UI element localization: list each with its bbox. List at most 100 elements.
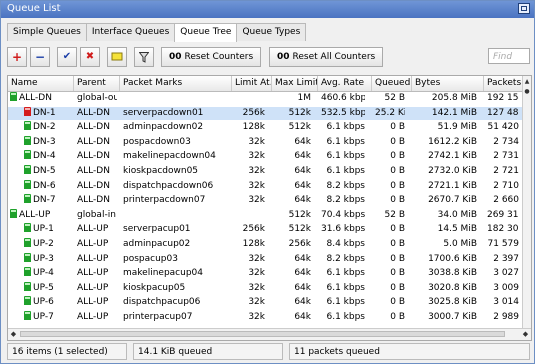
table-row[interactable]: DN-5 ALL-DN kioskpacdown05 32k 64k 6.1 kbps 0 … <box>8 165 523 178</box>
cell-bytes: 2670.7 KiB <box>428 195 477 206</box>
cell-marks: makelinepacdown04 <box>123 151 216 162</box>
cell-avg-rate: 532.5 kbps <box>321 107 365 118</box>
toolbar: + − ✔ ✖ 00 Reset Counters 00 Reset All Cou… <box>7 47 530 71</box>
cell-name: DN-5 <box>24 165 74 178</box>
tab-queue-types[interactable]: Queue Types <box>236 23 307 41</box>
table-row[interactable]: DN-6 ALL-DN dispatchpacdown06 32k 64k 8.2 kbp… <box>8 179 523 193</box>
table-row[interactable]: ALL-UP global-in 512k 70.4 kbps 52 B 34.0 MiB… <box>8 208 523 222</box>
remove-button[interactable]: − <box>30 47 50 67</box>
table-row[interactable]: UP-4 ALL-UP makelinepacup04 32k 64k 6.1 kbps 0… <box>8 267 523 280</box>
table-row[interactable]: ALL-DN global-out 1M 460.6 kbps 52 B 205.8 Mi… <box>8 92 523 105</box>
table-row[interactable]: UP-3 ALL-UP pospacup03 32k 64k 8.2 kbps 0 B 170… <box>8 252 523 266</box>
comment-button[interactable] <box>107 47 127 67</box>
column-avg-rate[interactable]: Avg. Rate <box>318 76 372 91</box>
column-name[interactable]: Name <box>8 76 74 91</box>
add-button[interactable]: + <box>7 47 27 67</box>
column-bytes[interactable]: Bytes <box>412 76 484 91</box>
cell-parent: ALL-UP <box>77 282 109 293</box>
table-row[interactable]: DN-1 ALL-DN serverpacdown01 256k 512k 532.5 k… <box>8 106 523 120</box>
queue-name: ALL-DN <box>19 93 52 103</box>
cell-queued: 0 B <box>390 297 405 308</box>
find-input[interactable]: Find <box>488 48 530 64</box>
tab-queue-tree[interactable]: Queue Tree <box>174 23 238 42</box>
queue-icon <box>24 150 31 160</box>
cell-bytes: 205.8 MiB <box>431 93 477 103</box>
maximize-icon[interactable] <box>518 3 530 14</box>
cell-queued: 0 B <box>390 122 405 133</box>
filter-button[interactable] <box>134 47 154 67</box>
scroll-left-icon[interactable]: ◆ <box>8 329 19 340</box>
cell-max-limit: 64k <box>294 282 311 293</box>
cell-name: DN-4 <box>24 150 74 163</box>
cell-name: UP-4 <box>24 267 74 280</box>
cell-name: UP-1 <box>24 223 74 236</box>
vertical-scrollbar[interactable]: ▲ ● <box>522 76 531 328</box>
cell-avg-rate: 8.2 kbps <box>326 195 365 206</box>
column-queued[interactable]: Queued... <box>372 76 412 91</box>
queue-name: UP-5 <box>33 282 54 293</box>
scroll-right-icon[interactable]: ◆ <box>520 329 531 340</box>
disable-button[interactable]: ✖ <box>80 47 100 67</box>
cell-marks: dispatchpacdown06 <box>123 180 214 191</box>
cell-packets: 269 311 <box>487 209 519 220</box>
tab-interface-queues[interactable]: Interface Queues <box>85 23 176 41</box>
cell-bytes: 1612.2 KiB <box>428 136 477 147</box>
cell-avg-rate: 6.1 kbps <box>326 151 365 162</box>
cell-name: UP-5 <box>24 281 74 295</box>
scroll-handle-icon[interactable]: ● <box>523 88 531 96</box>
cell-parent: ALL-UP <box>77 239 109 249</box>
cell-queued: 0 B <box>390 224 405 235</box>
cell-bytes: 142.1 MiB <box>431 107 477 118</box>
horizontal-scrollbar[interactable]: ◆ ◆ <box>8 328 531 340</box>
column-packet-marks[interactable]: Packet Marks <box>120 76 232 91</box>
cell-avg-rate: 6.1 kbps <box>326 122 365 133</box>
title-bar[interactable]: Queue List <box>1 1 534 18</box>
column-limit-at[interactable]: Limit At... <box>232 76 272 91</box>
column-max-limit[interactable]: Max Limit ... <box>272 76 318 91</box>
table-row[interactable]: DN-2 ALL-DN adminpacdown02 128k 512k 6.1 kbps… <box>8 121 523 134</box>
cell-avg-rate: 8.2 kbps <box>326 253 365 264</box>
column-packets[interactable]: Packets <box>484 76 523 91</box>
table-row[interactable]: UP-1 ALL-UP serverpacup01 256k 512k 31.6 kbps… <box>8 223 523 236</box>
table-row[interactable]: DN-3 ALL-DN pospacdown03 32k 64k 6.1 kbps 0 B 1… <box>8 135 523 149</box>
cell-packets: 2 731 <box>493 151 519 162</box>
queue-name: DN-1 <box>33 107 56 118</box>
table-row[interactable]: UP-6 ALL-UP dispatchpacup06 32k 64k 6.1 kbps 0… <box>8 296 523 309</box>
cell-queued: 0 B <box>390 195 405 206</box>
cell-max-limit: 64k <box>294 268 311 279</box>
cell-packets: 2 660 <box>493 195 519 206</box>
queue-icon <box>24 179 31 189</box>
tab-simple-queues[interactable]: Simple Queues <box>7 23 87 41</box>
enable-button[interactable]: ✔ <box>57 47 77 67</box>
table-row[interactable]: DN-7 ALL-DN printerpacdown07 32k 64k 8.2 kbps… <box>8 194 523 207</box>
cell-avg-rate: 6.1 kbps <box>326 136 365 147</box>
cell-max-limit: 64k <box>294 180 311 191</box>
table-row[interactable]: DN-4 ALL-DN makelinepacdown04 32k 64k 6.1 kbp… <box>8 150 523 163</box>
cell-limit-at: 32k <box>248 166 265 176</box>
queue-icon <box>24 267 31 277</box>
table-row[interactable]: UP-7 ALL-UP printerpacup07 32k 64k 6.1 kbps 0 … <box>8 311 523 324</box>
cell-avg-rate: 460.6 kbps <box>321 93 365 103</box>
cell-parent: ALL-UP <box>77 224 109 235</box>
queue-name: DN-5 <box>33 166 56 176</box>
queue-icon <box>24 296 31 306</box>
horizontal-scroll-thumb[interactable] <box>20 331 505 337</box>
window-title: Queue List <box>7 3 61 14</box>
queue-icon <box>24 165 31 174</box>
column-parent[interactable]: Parent <box>74 76 120 91</box>
cell-marks: printerpacdown07 <box>123 195 206 206</box>
queue-name: DN-7 <box>33 195 56 206</box>
cell-limit-at: 32k <box>248 253 265 264</box>
reset-counters-button[interactable]: 00 Reset Counters <box>161 47 262 67</box>
reset-all-counters-button[interactable]: 00 Reset All Counters <box>269 47 384 67</box>
reset-counters-label: Reset Counters <box>184 52 254 62</box>
table-row[interactable]: UP-5 ALL-UP kioskpacup05 32k 64k 6.1 kbps 0 B 3… <box>8 281 523 295</box>
comment-icon <box>111 52 123 61</box>
cell-bytes: 2742.1 KiB <box>428 151 477 162</box>
reset-all-counters-icon: 00 <box>277 52 290 62</box>
scroll-up-icon[interactable]: ▲ <box>523 78 531 86</box>
table-row[interactable]: UP-2 ALL-UP adminpacup02 128k 256k 8.4 kbps 0 … <box>8 238 523 251</box>
queue-name: DN-3 <box>33 136 56 147</box>
cell-queued: 0 B <box>390 136 405 147</box>
cell-parent: ALL-DN <box>77 195 110 206</box>
